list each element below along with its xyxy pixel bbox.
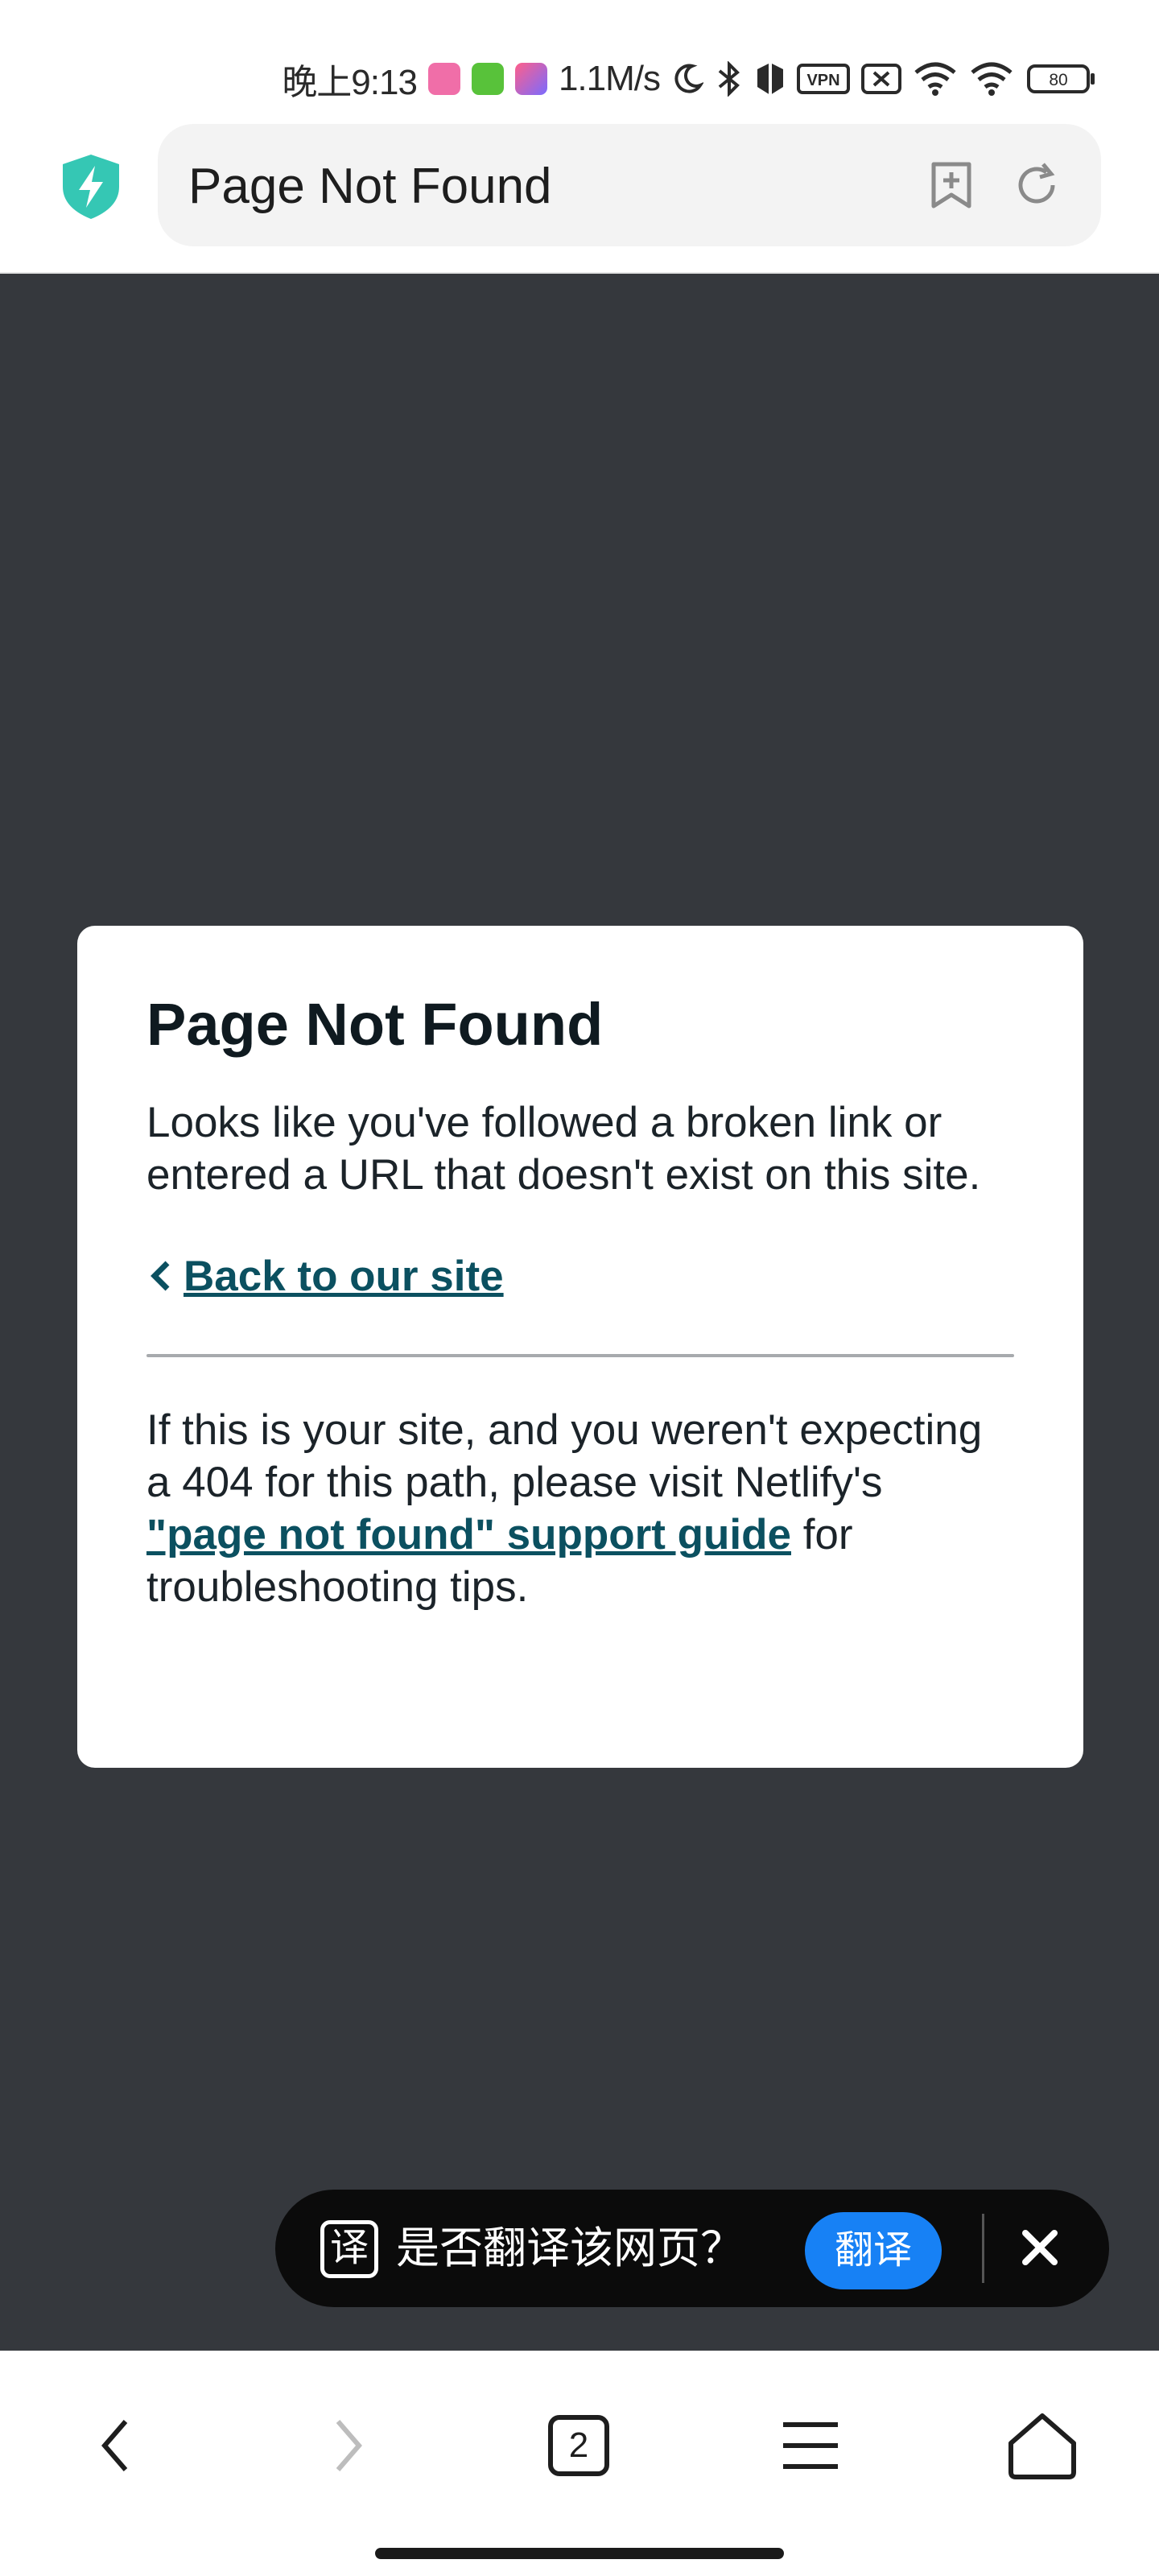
security-shield-icon[interactable] <box>60 153 122 221</box>
vpn-icon: VPN <box>797 64 850 94</box>
battery-icon: 80 <box>1027 63 1096 95</box>
chevron-left-icon <box>101 2420 128 2471</box>
home-indicator[interactable] <box>375 2548 784 2559</box>
translate-icon: 译 <box>320 2220 378 2278</box>
bilibili-app-icon <box>427 63 460 95</box>
web-page-viewport: Page Not Found Looks like you've followe… <box>0 274 1159 2351</box>
help-text: If this is your site, and you weren't ex… <box>146 1404 1014 1613</box>
card-message: Looks like you've followed a broken link… <box>146 1099 981 1199</box>
moon-icon <box>671 63 703 95</box>
shield-status-icon <box>755 61 786 97</box>
card-heading: Page Not Found <box>146 991 604 1058</box>
wifi-icon <box>913 61 958 97</box>
status-icons: 晚上9:13 1.1M/s VPN 80 <box>282 53 1096 105</box>
back-link-label[interactable]: Back to our site <box>184 1252 504 1301</box>
translate-question: 是否翻译该网页？ <box>396 2224 744 2273</box>
address-bar: Page Not Found <box>0 121 1159 274</box>
url-field[interactable]: Page Not Found <box>158 124 1101 246</box>
back-button[interactable] <box>71 2401 159 2490</box>
chevron-left-icon <box>151 1261 170 1291</box>
close-icon[interactable] <box>1011 2219 1069 2277</box>
wifi-6-icon <box>969 61 1016 97</box>
not-found-card: Page Not Found Looks like you've followe… <box>77 926 1083 1768</box>
translate-button[interactable]: 翻译 <box>805 2212 942 2289</box>
translate-banner: 译 是否翻译该网页？ 翻译 <box>275 2190 1109 2307</box>
support-guide-link[interactable]: "page not found" support guide <box>146 1511 791 1558</box>
network-speed: 1.1M/s <box>558 59 661 98</box>
status-time: 晚上9:13 <box>282 63 418 102</box>
card-divider <box>146 1354 1014 1357</box>
menu-button[interactable] <box>766 2401 855 2490</box>
chevron-right-icon <box>336 2420 362 2471</box>
add-bookmark-icon[interactable] <box>926 159 977 211</box>
home-icon <box>1008 2413 1076 2479</box>
svg-text:VPN: VPN <box>806 72 839 89</box>
status-bar: 晚上9:13 1.1M/s VPN 80 <box>0 0 1159 121</box>
menu-icon <box>783 2422 838 2469</box>
banner-separator <box>982 2214 984 2283</box>
page-title-text[interactable]: Page Not Found <box>188 158 552 215</box>
gallery-app-icon <box>514 63 547 95</box>
forward-button[interactable] <box>304 2401 393 2490</box>
back-to-site-link[interactable]: Back to our site <box>146 1248 1014 1304</box>
reload-icon[interactable] <box>1011 159 1062 211</box>
bottom-navigation: 2 <box>0 2351 1159 2576</box>
tabs-button[interactable]: 2 <box>534 2401 623 2490</box>
home-button[interactable] <box>998 2401 1087 2490</box>
tab-count: 2 <box>548 2415 609 2476</box>
help-text-prefix: If this is your site, and you weren't ex… <box>146 1406 983 1506</box>
bluetooth-icon <box>715 61 744 97</box>
svg-text:80: 80 <box>1049 71 1067 89</box>
no-sim-icon <box>861 64 901 94</box>
download-app-icon <box>471 63 504 95</box>
